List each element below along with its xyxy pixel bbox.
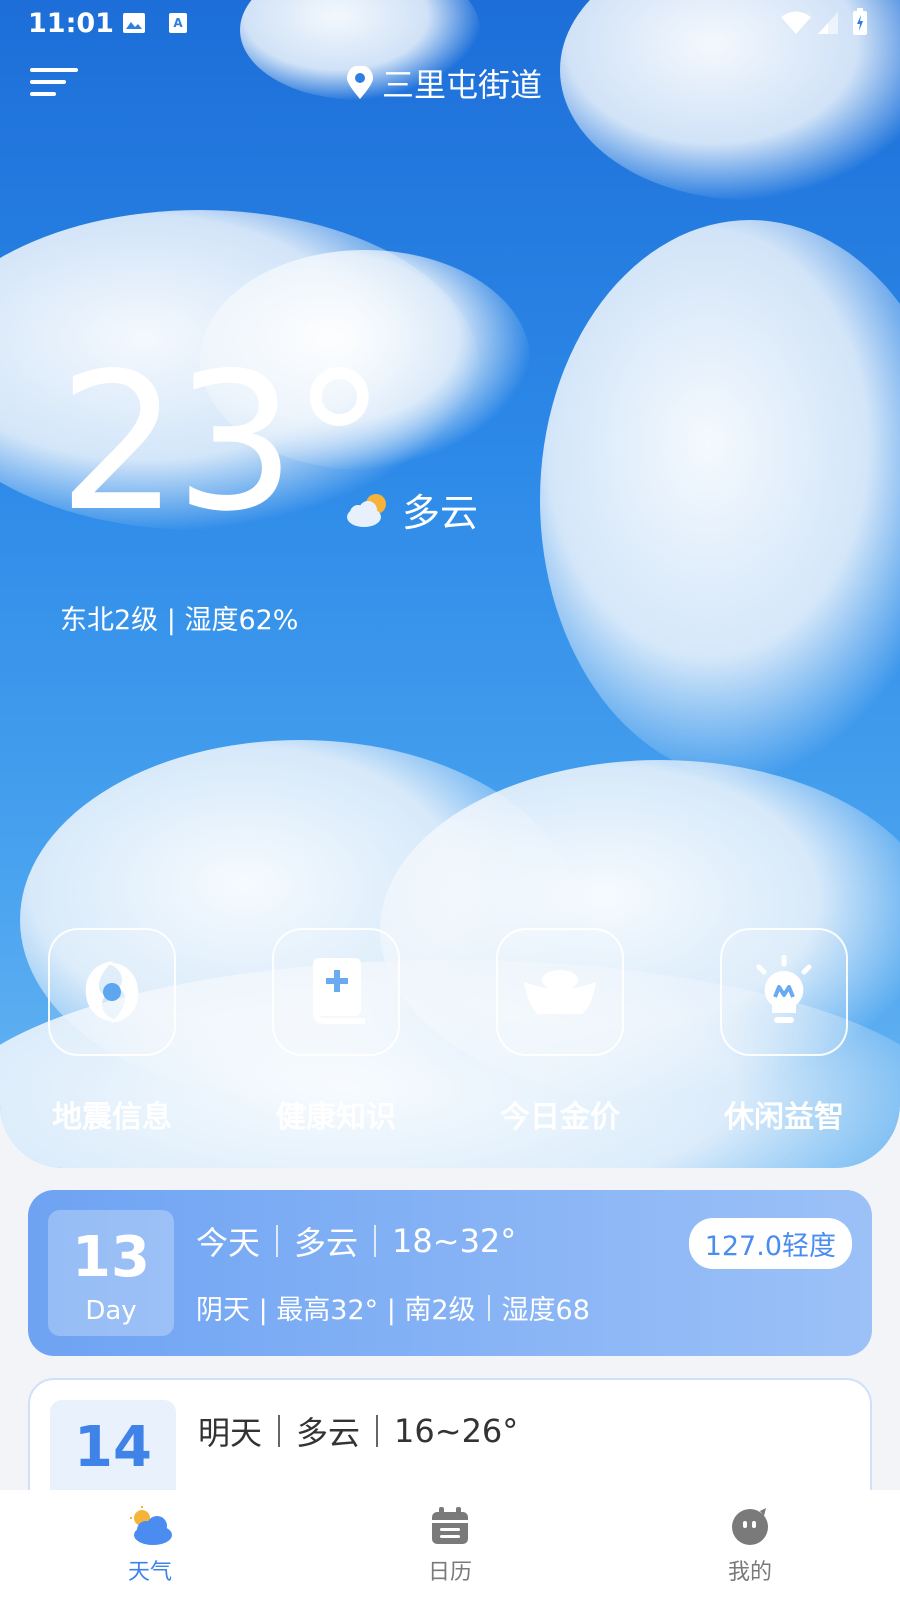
forecast-summary: 明天 多云 16~26°	[198, 1408, 518, 1454]
divider	[374, 1225, 377, 1257]
quick-link-label: 休闲益智	[724, 1100, 844, 1135]
forecast-condition: 多云	[296, 1414, 361, 1452]
quick-link-button[interactable]	[272, 928, 400, 1056]
condition-text: 多云	[402, 491, 479, 535]
date-badge: 13 Day	[48, 1210, 174, 1336]
image-notification-icon	[123, 13, 145, 33]
quick-link-gold-price[interactable]: 今日金价	[460, 928, 660, 1136]
menu-icon	[30, 92, 56, 96]
menu-icon	[30, 68, 78, 72]
tab-label: 天气	[127, 1560, 172, 1585]
menu-icon	[30, 80, 66, 84]
forecast-details: 阴天 | 最高32° | 南2级 湿度68	[196, 1288, 590, 1327]
svg-text:A: A	[173, 16, 183, 30]
quick-link-earthquake[interactable]: 地震信息	[12, 928, 212, 1136]
air-quality-badge[interactable]: 127.0轻度	[688, 1218, 852, 1269]
tab-label: 日历	[427, 1560, 472, 1585]
quick-link-label: 健康知识	[276, 1100, 396, 1135]
quick-link-health[interactable]: 健康知识	[236, 928, 436, 1136]
battery-icon	[853, 8, 867, 35]
top-bar: 三里屯街道	[0, 48, 900, 118]
weather-icon	[130, 1506, 172, 1545]
health-book-icon	[313, 958, 365, 1024]
wind-humidity: 东北2级 | 湿度62%	[60, 605, 299, 636]
temperature-range: 18~32°	[392, 1222, 517, 1260]
forecast-card-today[interactable]: 13 Day 今天 多云 18~32° 127.0轻度 阴天 | 最高32° |…	[28, 1190, 872, 1356]
current-temperature: 23°	[58, 332, 387, 553]
tab-label: 我的	[727, 1560, 772, 1585]
signal-icon	[818, 12, 838, 34]
location-name: 三里屯街道	[382, 66, 543, 104]
calendar-icon	[432, 1507, 468, 1544]
divider	[278, 1415, 281, 1447]
divider	[376, 1415, 379, 1447]
detail-humidity: 湿度68	[501, 1295, 590, 1326]
status-time: 11:01	[28, 8, 114, 39]
date-number: 14	[74, 1415, 152, 1480]
forecast-summary: 今天 多云 18~32°	[196, 1218, 516, 1264]
forecast-condition: 多云	[294, 1224, 359, 1262]
current-condition: 多云	[344, 482, 478, 537]
location-selector[interactable]: 三里屯街道	[346, 60, 542, 106]
quick-link-label: 今日金价	[500, 1100, 620, 1135]
tab-calendar[interactable]: 日历	[390, 1506, 510, 1586]
quick-link-button[interactable]	[496, 928, 624, 1056]
date-number: 13	[72, 1225, 150, 1290]
gold-ingot-icon	[524, 970, 596, 1014]
divider	[487, 1294, 490, 1321]
temperature-range: 16~26°	[394, 1412, 519, 1450]
date-suffix: Day	[85, 1296, 137, 1326]
tab-profile[interactable]: 我的	[690, 1506, 810, 1586]
partly-cloudy-icon	[347, 493, 386, 527]
tab-weather[interactable]: 天气	[90, 1506, 210, 1586]
text-notification-icon: A	[169, 13, 187, 33]
location-pin-icon	[347, 66, 373, 99]
wifi-icon	[781, 11, 811, 34]
lightbulb-icon	[756, 955, 812, 1023]
profile-icon	[732, 1508, 768, 1545]
day-label: 明天	[198, 1414, 263, 1452]
quick-link-label: 地震信息	[52, 1100, 172, 1135]
typhoon-icon	[85, 961, 139, 1023]
status-bar: 11:01 A	[0, 0, 900, 48]
quick-link-puzzle[interactable]: 休闲益智	[684, 928, 884, 1136]
cloud-decoration	[540, 220, 900, 780]
divider	[276, 1225, 279, 1257]
detail-weather: 阴天 | 最高32° | 南2级	[196, 1295, 476, 1326]
weather-hero: 11:01 A 三里屯街道 23° 多云 东北2级 | 湿度62% 地震信息 健…	[0, 0, 900, 1168]
bottom-tab-bar: 天气 日历 我的	[0, 1490, 900, 1600]
menu-button[interactable]	[30, 66, 82, 106]
day-label: 今天	[196, 1224, 261, 1262]
quick-link-button[interactable]	[48, 928, 176, 1056]
quick-link-button[interactable]	[720, 928, 848, 1056]
